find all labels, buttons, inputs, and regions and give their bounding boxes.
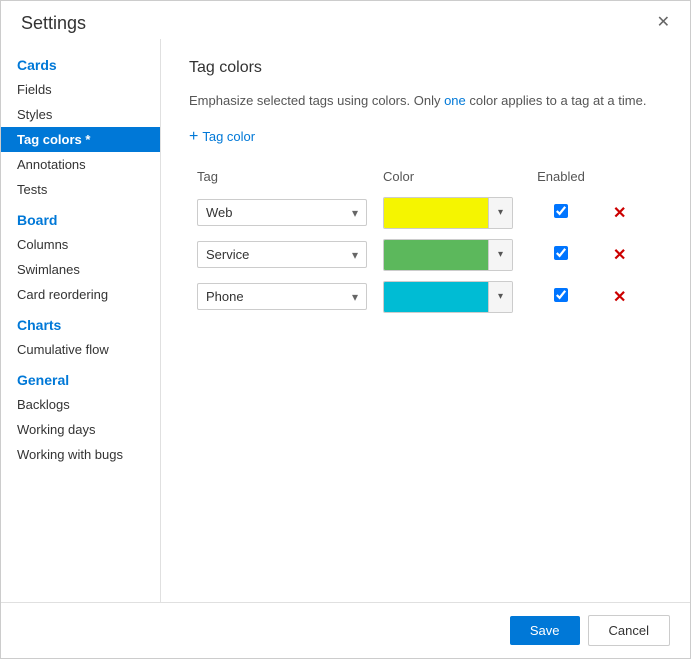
description-prefix: Emphasize selected tags using colors. On… <box>189 93 444 108</box>
sidebar-section-board: Board <box>1 202 160 232</box>
table-row: Web ▾ ✕ <box>189 192 662 234</box>
enabled-checkbox-row-phone[interactable] <box>554 288 568 302</box>
dialog-header: Settings ✕ <box>1 1 690 39</box>
chevron-down-icon <box>352 289 358 304</box>
enabled-checkbox-row-web[interactable] <box>554 204 568 218</box>
sidebar-item-tag-colors[interactable]: Tag colors * <box>1 127 160 152</box>
tag-table: Tag Color Enabled Web ▾ <box>189 165 662 318</box>
cancel-button[interactable]: Cancel <box>588 615 670 646</box>
color-cell-row-web: ▾ <box>375 192 521 234</box>
delete-button-row-phone[interactable]: ✕ <box>609 285 630 309</box>
sidebar-section-charts: Charts <box>1 307 160 337</box>
sidebar-section-general: General <box>1 362 160 392</box>
tag-dropdown-row-web[interactable]: Web <box>197 199 367 226</box>
color-dropdown-row-web[interactable]: ▾ <box>383 197 513 229</box>
chevron-down-icon <box>352 247 358 262</box>
color-dropdown-row-service[interactable]: ▾ <box>383 239 513 271</box>
description-highlight: one <box>444 93 466 108</box>
color-arrow-row-phone: ▾ <box>488 282 512 312</box>
chevron-down-icon <box>352 205 358 220</box>
tag-dropdown-label: Phone <box>206 289 244 304</box>
delete-cell-row-web: ✕ <box>601 192 662 234</box>
tag-cell-row-phone: Phone <box>189 276 375 318</box>
save-button[interactable]: Save <box>510 616 580 645</box>
sidebar-item-annotations[interactable]: Annotations <box>1 152 160 177</box>
sidebar-item-working-with-bugs[interactable]: Working with bugs <box>1 442 160 467</box>
delete-button-row-service[interactable]: ✕ <box>609 243 630 267</box>
sidebar: Cards Fields Styles Tag colors * Annotat… <box>1 39 161 602</box>
color-arrow-row-web: ▾ <box>488 198 512 228</box>
tag-dropdown-row-phone[interactable]: Phone <box>197 283 367 310</box>
sidebar-item-backlogs[interactable]: Backlogs <box>1 392 160 417</box>
sidebar-section-cards: Cards <box>1 47 160 77</box>
color-swatch-row-web <box>384 198 488 228</box>
page-title: Tag colors <box>189 59 662 77</box>
add-tag-button[interactable]: + Tag color <box>189 127 255 147</box>
dialog-body: Cards Fields Styles Tag colors * Annotat… <box>1 39 690 602</box>
settings-dialog: Settings ✕ Cards Fields Styles Tag color… <box>0 0 691 659</box>
tag-dropdown-row-service[interactable]: Service <box>197 241 367 268</box>
color-cell-row-phone: ▾ <box>375 276 521 318</box>
tag-dropdown-label: Service <box>206 247 249 262</box>
dialog-footer: Save Cancel <box>1 602 690 658</box>
delete-cell-row-phone: ✕ <box>601 276 662 318</box>
sidebar-item-tests[interactable]: Tests <box>1 177 160 202</box>
table-row: Phone ▾ ✕ <box>189 276 662 318</box>
delete-button-row-web[interactable]: ✕ <box>609 201 630 225</box>
sidebar-item-cumulative-flow[interactable]: Cumulative flow <box>1 337 160 362</box>
col-header-actions <box>601 165 662 192</box>
main-content: Tag colors Emphasize selected tags using… <box>161 39 690 602</box>
color-swatch-row-phone <box>384 282 488 312</box>
tag-dropdown-label: Web <box>206 205 233 220</box>
sidebar-item-styles[interactable]: Styles <box>1 102 160 127</box>
enabled-cell-row-service <box>521 234 601 276</box>
delete-cell-row-service: ✕ <box>601 234 662 276</box>
enabled-checkbox-row-service[interactable] <box>554 246 568 260</box>
table-row: Service ▾ ✕ <box>189 234 662 276</box>
col-header-tag: Tag <box>189 165 375 192</box>
close-button[interactable]: ✕ <box>653 11 674 35</box>
add-tag-label: Tag color <box>202 129 255 144</box>
color-arrow-row-service: ▾ <box>488 240 512 270</box>
sidebar-item-columns[interactable]: Columns <box>1 232 160 257</box>
description-suffix: color applies to a tag at a time. <box>466 93 647 108</box>
color-swatch-row-service <box>384 240 488 270</box>
sidebar-item-swimlanes[interactable]: Swimlanes <box>1 257 160 282</box>
color-dropdown-row-phone[interactable]: ▾ <box>383 281 513 313</box>
col-header-enabled: Enabled <box>521 165 601 192</box>
tag-cell-row-web: Web <box>189 192 375 234</box>
description: Emphasize selected tags using colors. On… <box>189 91 662 111</box>
dialog-title: Settings <box>21 13 86 34</box>
sidebar-item-fields[interactable]: Fields <box>1 77 160 102</box>
plus-icon: + <box>189 129 198 145</box>
tag-cell-row-service: Service <box>189 234 375 276</box>
enabled-cell-row-web <box>521 192 601 234</box>
enabled-cell-row-phone <box>521 276 601 318</box>
color-cell-row-service: ▾ <box>375 234 521 276</box>
sidebar-item-working-days[interactable]: Working days <box>1 417 160 442</box>
col-header-color: Color <box>375 165 521 192</box>
sidebar-item-card-reordering[interactable]: Card reordering <box>1 282 160 307</box>
